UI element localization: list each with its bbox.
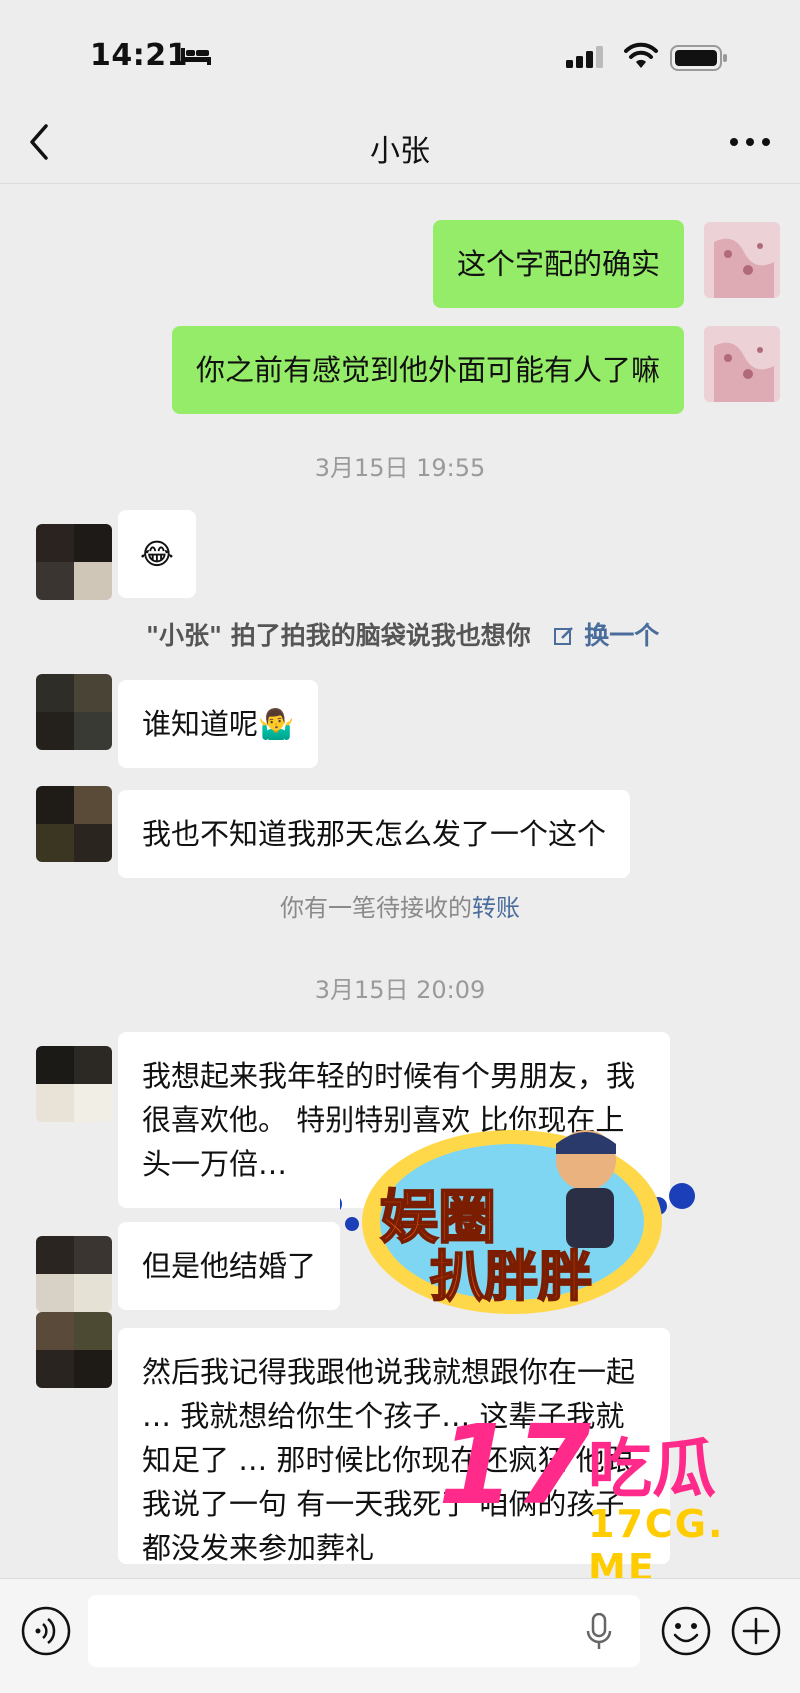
chat-header: 小张 [0, 100, 800, 184]
plus-icon[interactable] [730, 1605, 782, 1657]
cellular-signal-icon [566, 46, 603, 68]
contact-avatar[interactable] [36, 1236, 112, 1312]
change-pat-label: 换一个 [584, 621, 660, 650]
transfer-link[interactable]: 转账 [472, 894, 520, 922]
show-logo-watermark: 娱圈 扒胖胖 [322, 1120, 700, 1320]
my-avatar[interactable] [704, 222, 780, 298]
site-watermark-name: 吃瓜 [588, 1433, 716, 1507]
microphone-icon[interactable] [586, 1613, 612, 1651]
message-bubble-received[interactable]: 但是他结婚了 [118, 1222, 341, 1310]
message-bubble-received[interactable]: 谁知道呢🤷‍♂️ [118, 680, 319, 768]
message-input[interactable] [88, 1595, 640, 1667]
edit-icon [554, 627, 574, 645]
status-time: 14:21 [90, 38, 188, 73]
change-pat-link[interactable]: 换一个 [539, 621, 659, 650]
contact-avatar[interactable] [36, 524, 112, 600]
contact-avatar[interactable] [36, 1312, 112, 1388]
timestamp: 3月15日 19:55 [314, 454, 486, 482]
contact-avatar[interactable] [36, 786, 112, 862]
site-watermark-number: 17 [438, 1401, 592, 1529]
timestamp: 3月15日 20:09 [314, 976, 486, 1004]
more-options-icon[interactable] [730, 124, 770, 160]
show-logo-line2: 扒胖胖 [429, 1244, 593, 1309]
pat-notification: "小张" 拍了拍我的脑袋说我也想你 换一个 [146, 616, 659, 652]
chat-title: 小张 [370, 134, 430, 169]
message-bubble-sent[interactable]: 你之前有感觉到他外面可能有人了嘛 [171, 326, 684, 414]
transfer-notice: 你有一笔待接收的转账 [0, 888, 800, 923]
contact-avatar[interactable] [36, 1046, 112, 1122]
site-watermark-url: 17CG. ME [588, 1502, 725, 1590]
message-bubble-sent[interactable]: 这个字配的确实 [432, 220, 684, 308]
chat-input-bar [0, 1578, 800, 1693]
wifi-icon [624, 42, 658, 68]
message-bubble-received[interactable]: 😂 [118, 510, 196, 598]
pat-text: "小张" 拍了拍我的脑袋说我也想你 [146, 621, 531, 650]
my-avatar[interactable] [704, 326, 780, 402]
contact-avatar[interactable] [36, 674, 112, 750]
battery-icon [670, 45, 727, 71]
sleep-focus-icon [181, 48, 211, 65]
transfer-text: 你有一笔待接收的 [280, 894, 472, 922]
voice-input-icon[interactable] [20, 1605, 72, 1657]
site-watermark: 17 吃瓜 17CG. ME [438, 1401, 798, 1590]
emoji-icon[interactable] [660, 1605, 712, 1657]
message-bubble-received[interactable]: 我也不知道我那天怎么发了一个这个 [118, 790, 631, 878]
status-bar: 14:21 [0, 0, 800, 110]
